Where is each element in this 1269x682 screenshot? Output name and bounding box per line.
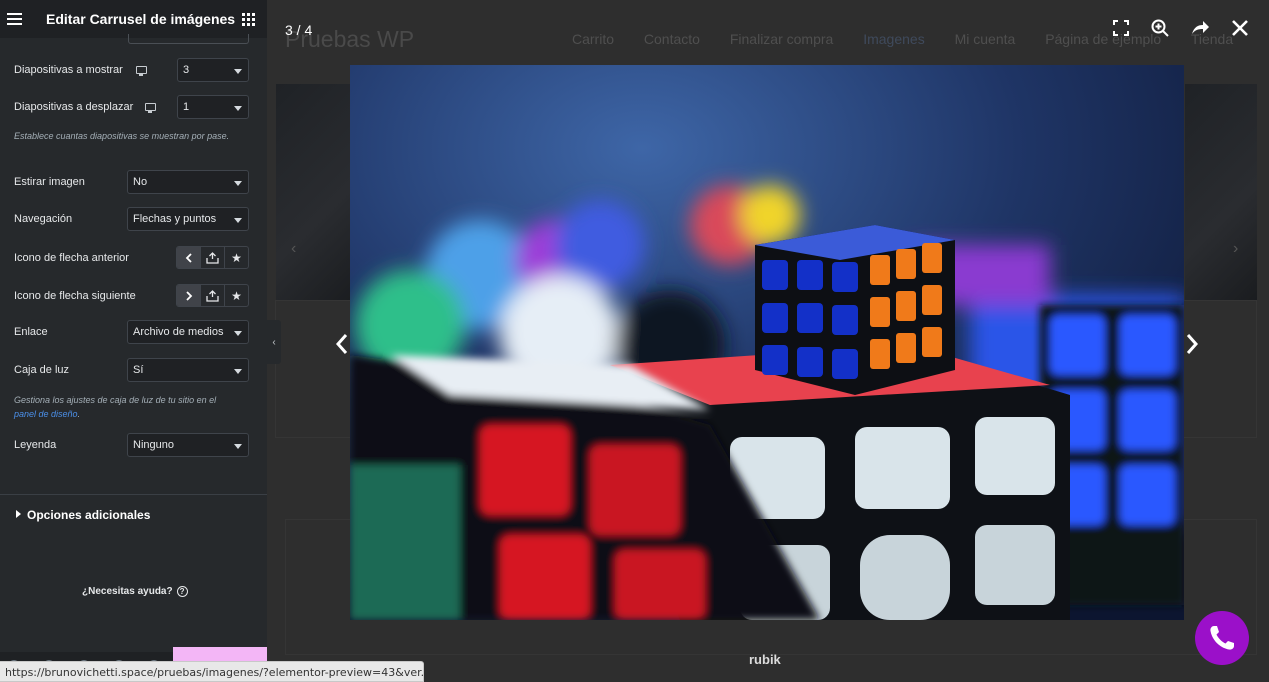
prev-arrow-label: Icono de flecha anterior	[14, 252, 129, 264]
carousel-slide-image[interactable]	[276, 84, 356, 301]
help-link[interactable]: ¿Necesitas ayuda??	[82, 586, 188, 597]
slides-to-show-label: Diapositivas a mostrar	[14, 64, 123, 76]
panel-title: Editar Carrusel de imágenes	[46, 11, 236, 27]
fullscreen-icon[interactable]	[1111, 18, 1131, 38]
next-arrow-label: Icono de flecha siguiente	[14, 290, 136, 302]
lightbox-select[interactable]: Sí	[127, 358, 249, 382]
panel-header: Editar Carrusel de imágenes	[0, 0, 267, 38]
nav-item-contacto[interactable]: Contacto	[644, 31, 700, 47]
desktop-icon[interactable]	[136, 66, 147, 76]
zoom-in-icon[interactable]	[1150, 18, 1170, 38]
chevron-right-icon[interactable]	[177, 285, 201, 306]
chevron-down-icon	[234, 369, 242, 374]
previous-control-edge	[128, 34, 249, 44]
navigation-select[interactable]: Flechas y puntos	[127, 207, 249, 231]
desktop-icon[interactable]	[145, 103, 156, 113]
slide-counter: 3 / 4	[285, 22, 313, 38]
carousel-slide-image[interactable]	[1185, 84, 1257, 301]
help-circle-icon: ?	[176, 586, 188, 597]
lightbox-prev-icon[interactable]	[335, 332, 349, 356]
lightbox-hint: Gestiona los ajustes de caja de luz de t…	[14, 395, 217, 419]
upload-icon[interactable]	[201, 247, 225, 268]
phone-icon	[1210, 626, 1234, 650]
caption-select[interactable]: Ninguno	[127, 433, 249, 457]
nav-item-pagina-de-ejemplo[interactable]: Página de ejemplo	[1045, 31, 1161, 47]
link-select[interactable]: Archivo de medios	[127, 320, 249, 344]
chevron-down-icon	[234, 69, 242, 74]
chevron-down-icon	[234, 181, 242, 186]
share-icon[interactable]	[1190, 18, 1210, 38]
chevron-down-icon	[234, 444, 242, 449]
chevron-down-icon	[234, 106, 242, 111]
browser-status-url: https://brunovichetti.space/pruebas/imag…	[0, 661, 424, 682]
widgets-grid-icon[interactable]	[242, 13, 255, 26]
chevron-down-icon	[234, 331, 242, 336]
image-caption: rubik	[749, 652, 781, 667]
slides-to-scroll-select[interactable]: 1	[177, 95, 249, 119]
next-arrow-icon-picker: ★	[176, 284, 249, 307]
nav-item-carrito[interactable]: Carrito	[572, 31, 614, 47]
elementor-panel: Editar Carrusel de imágenes Diapositivas…	[0, 0, 267, 682]
call-button[interactable]	[1195, 611, 1249, 665]
star-icon[interactable]: ★	[225, 247, 248, 268]
stretch-select[interactable]: No	[127, 170, 249, 194]
carousel-next-icon[interactable]: ›	[1233, 240, 1238, 258]
slides-hint: Establece cuantas diapositivas se muestr…	[14, 131, 230, 141]
chevron-left-icon[interactable]	[177, 247, 201, 268]
chevron-down-icon	[234, 218, 242, 223]
star-icon[interactable]: ★	[225, 285, 248, 306]
collapse-panel-button[interactable]: ‹	[267, 320, 281, 364]
close-icon[interactable]	[1230, 18, 1250, 38]
design-panel-link[interactable]: panel de diseño	[14, 409, 78, 419]
navigation-label: Navegación	[14, 213, 73, 225]
section-divider	[0, 494, 267, 495]
stretch-label: Estirar imagen	[14, 176, 85, 188]
lightbox-next-icon[interactable]	[1185, 332, 1199, 356]
link-label: Enlace	[14, 326, 48, 338]
slides-to-scroll-label: Diapositivas a desplazar	[14, 101, 134, 113]
caption-label: Leyenda	[14, 439, 57, 451]
additional-options-section[interactable]: Opciones adicionales	[16, 508, 150, 522]
nav-item-imagenes[interactable]: Imagenes	[863, 31, 924, 47]
nav-item-finalizar-compra[interactable]: Finalizar compra	[730, 31, 833, 47]
carousel-prev-icon[interactable]: ‹	[291, 240, 296, 258]
menu-icon[interactable]	[7, 13, 22, 25]
lightbox-image	[350, 65, 1184, 620]
nav-item-mi-cuenta[interactable]: Mi cuenta	[955, 31, 1016, 47]
slides-to-show-select[interactable]: 3	[177, 58, 249, 82]
caret-right-icon	[16, 510, 21, 518]
lightbox-label: Caja de luz	[14, 364, 70, 376]
prev-arrow-icon-picker: ★	[176, 246, 249, 269]
upload-icon[interactable]	[201, 285, 225, 306]
